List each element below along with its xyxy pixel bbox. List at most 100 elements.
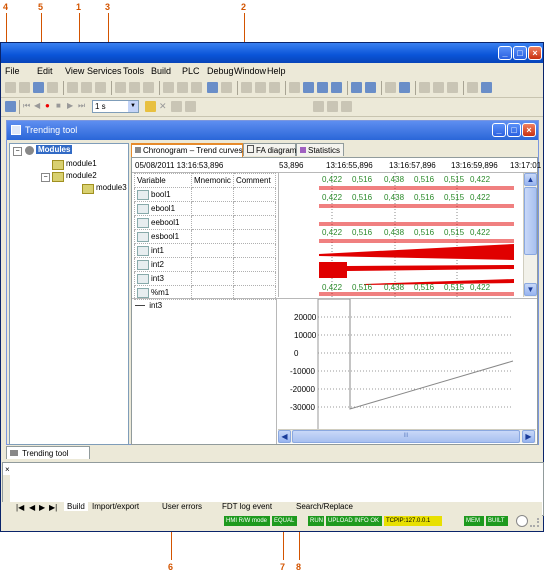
close-button[interactable]: × (522, 123, 536, 137)
table-row[interactable]: eebool1 (134, 215, 276, 230)
rebuild-icon[interactable] (255, 82, 266, 93)
nav-next-icon[interactable]: ▶ (39, 503, 45, 512)
nav-prev-icon[interactable]: ◀ (29, 503, 35, 512)
run-icon[interactable] (419, 82, 430, 93)
delete-icon[interactable]: ✕ (159, 101, 170, 112)
collapse-icon[interactable]: − (13, 147, 22, 156)
vertical-scrollbar[interactable]: ▲ ▼ (523, 173, 537, 297)
export-icon[interactable] (221, 82, 232, 93)
diagnostic-icon[interactable] (467, 82, 478, 93)
add-variable-icon[interactable] (145, 101, 156, 112)
print-icon[interactable] (47, 82, 58, 93)
record-icon[interactable]: ● (45, 101, 56, 112)
scroll-right-button[interactable]: ▶ (522, 430, 535, 443)
computer-icon[interactable] (399, 82, 410, 93)
column-header-mnemonic[interactable]: Mnemonic (191, 173, 234, 188)
zoom-icon[interactable] (191, 82, 202, 93)
table-row[interactable]: bool1 (134, 187, 276, 202)
play-icon[interactable]: ▶ (67, 101, 78, 112)
find-icon[interactable] (163, 82, 174, 93)
tab-fa-diagram[interactable]: FA diagram (243, 143, 296, 156)
column-header-comment[interactable]: Comment (233, 173, 276, 188)
grid-icon[interactable] (331, 82, 342, 93)
redo-icon[interactable] (129, 82, 140, 93)
binoculars-icon[interactable] (303, 82, 314, 93)
transfer-icon[interactable] (385, 82, 396, 93)
stop-icon[interactable] (433, 82, 444, 93)
table-row[interactable]: int2 (134, 257, 276, 272)
stop-icon[interactable]: ■ (56, 101, 67, 112)
close-button[interactable]: × (528, 46, 542, 60)
disconnect-icon[interactable] (365, 82, 376, 93)
tree-root-modules[interactable]: Modules (36, 145, 73, 154)
resize-grip-icon[interactable] (530, 518, 539, 527)
tree-item-module1[interactable]: module1 (66, 159, 97, 168)
collapse-icon[interactable]: − (41, 173, 50, 182)
menu-edit[interactable]: Edit (37, 66, 53, 76)
refresh-icon[interactable] (327, 101, 338, 112)
tab-user-errors[interactable]: User errors (162, 502, 202, 511)
cut-icon[interactable] (81, 82, 92, 93)
init-icon[interactable] (447, 82, 458, 93)
settings-icon[interactable] (185, 101, 196, 112)
last-icon[interactable]: ⏭ (78, 101, 89, 112)
table-row[interactable]: esbool1 (134, 229, 276, 244)
table-row[interactable]: int3 (134, 271, 276, 286)
output-tab[interactable]: Trending tool (6, 446, 90, 459)
nav-first-icon[interactable]: |◀ (16, 503, 24, 512)
tab-statistics[interactable]: Statistics (296, 143, 344, 156)
window-icon[interactable] (207, 82, 218, 93)
menu-view[interactable]: View (65, 66, 84, 76)
new-icon[interactable] (5, 82, 16, 93)
column-header-variable[interactable]: Variable (134, 173, 192, 188)
close-icon[interactable]: × (5, 465, 10, 474)
monitor-icon[interactable] (317, 82, 328, 93)
scroll-thumb[interactable] (524, 187, 537, 255)
zoom-icon[interactable] (171, 101, 182, 112)
table-row[interactable]: int1 (134, 243, 276, 258)
tab-import-export[interactable]: Import/export (92, 502, 139, 511)
menu-plc[interactable]: PLC (182, 66, 200, 76)
save-icon[interactable] (33, 82, 44, 93)
horizontal-scrollbar[interactable]: ◀ III ▶ (278, 429, 536, 443)
tab-chronogram[interactable]: Chronogram – Trend curves (131, 143, 243, 157)
tab-fdt-log[interactable]: FDT log event (222, 502, 272, 511)
first-icon[interactable]: ⏮ (23, 101, 34, 112)
curve-variable-row[interactable]: int3 (135, 301, 162, 310)
menu-services[interactable]: Services (87, 66, 122, 76)
tree-item-module3[interactable]: module3 (96, 183, 127, 192)
undo-icon[interactable] (115, 82, 126, 93)
nav-last-icon[interactable]: ▶| (49, 503, 57, 512)
tab-build[interactable]: Build (64, 502, 88, 511)
maximize-button[interactable]: □ (513, 46, 527, 60)
menu-file[interactable]: File (5, 66, 20, 76)
scroll-up-button[interactable]: ▲ (524, 173, 537, 186)
build-icon[interactable] (241, 82, 252, 93)
menu-help[interactable]: Help (267, 66, 286, 76)
menu-tools[interactable]: Tools (123, 66, 144, 76)
tree-item-module2[interactable]: module2 (66, 171, 97, 180)
restore-button[interactable]: □ (507, 123, 521, 137)
previous-icon[interactable]: ◀ (34, 101, 45, 112)
replace-icon[interactable] (177, 82, 188, 93)
menu-debug[interactable]: Debug (207, 66, 234, 76)
properties-icon[interactable] (341, 101, 352, 112)
paste-icon[interactable] (95, 82, 106, 93)
minimize-button[interactable]: _ (492, 123, 506, 137)
tab-search-replace[interactable]: Search/Replace (296, 502, 353, 511)
options-icon[interactable] (313, 101, 324, 112)
validate-icon[interactable] (143, 82, 154, 93)
connect-icon[interactable] (351, 82, 362, 93)
period-select[interactable]: 1 s ▼ (92, 100, 139, 113)
table-row[interactable]: ebool1 (134, 201, 276, 216)
minimize-button[interactable]: _ (498, 46, 512, 60)
menu-window[interactable]: Window (234, 66, 266, 76)
menu-build[interactable]: Build (151, 66, 171, 76)
scroll-thumb[interactable]: III (292, 430, 520, 443)
library-icon[interactable] (289, 82, 300, 93)
animation-icon[interactable] (481, 82, 492, 93)
scroll-left-button[interactable]: ◀ (278, 430, 291, 443)
stop-build-icon[interactable] (269, 82, 280, 93)
copy-icon[interactable] (67, 82, 78, 93)
open-icon[interactable] (19, 82, 30, 93)
